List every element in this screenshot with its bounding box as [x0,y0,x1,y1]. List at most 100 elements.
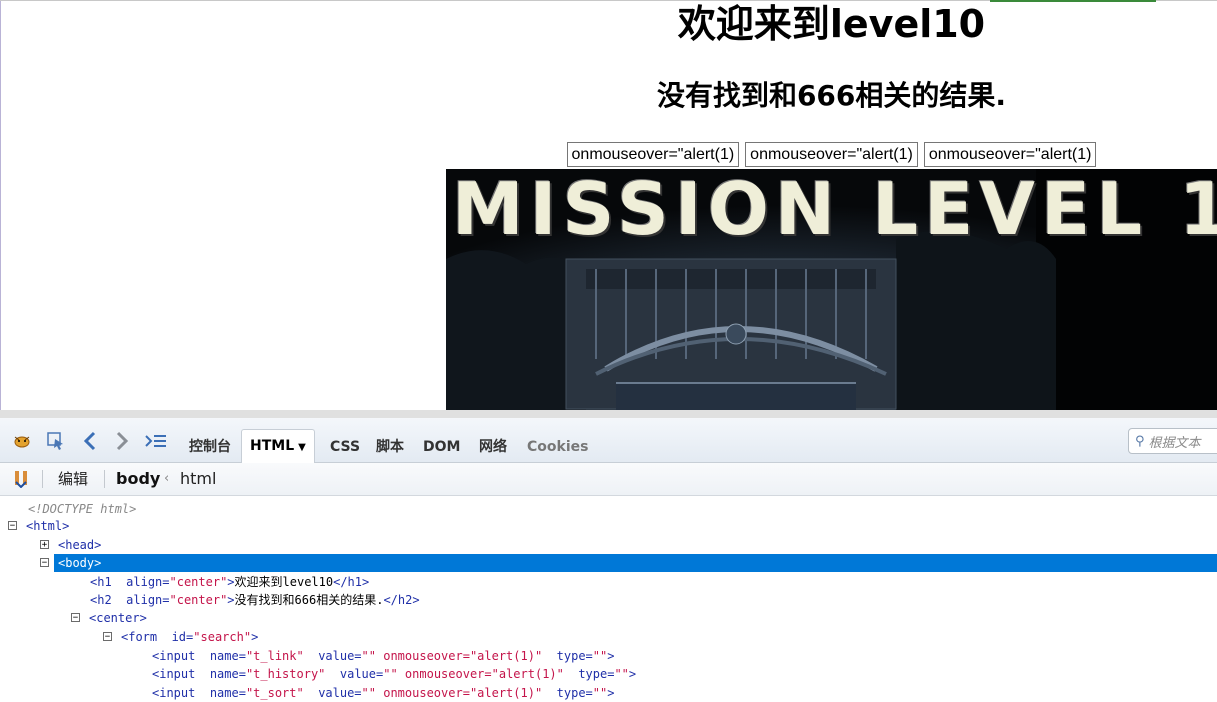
panel-splitter[interactable] [0,410,1217,418]
event-attr: onmouseover= [404,667,492,681]
tab-html[interactable]: HTML ▼ [241,429,315,463]
viewport-left-border [0,0,1,410]
h2-close: </h2> [383,593,420,607]
breadcrumb-html[interactable]: html [180,463,216,495]
tree-input-t-sort[interactable]: <input name="t_sort" value="" onmouseove… [152,684,614,702]
h1-close: </h1> [333,575,370,589]
breadcrumb-toolbar: 编辑 body ‹ html [0,463,1217,496]
search-placeholder: 根据文本 [1148,435,1201,451]
h2-tag: <h2 [90,593,112,607]
type-val: "" [592,686,608,700]
command-line-icon[interactable] [144,430,168,452]
tree-h1[interactable]: <h1 align="center">欢迎来到level10</h1> [90,573,369,591]
input-tag: <input [152,686,196,700]
form-val: "search" [193,630,252,644]
form-end: > [251,630,259,644]
name-attr: name= [209,649,246,663]
search-icon: ⚲ [1135,433,1145,449]
tree-body-selected[interactable]: <body> [54,554,1217,572]
page-viewport: 欢迎来到level10 没有找到和666相关的结果. onmouseover="… [0,0,1217,410]
name-val: "t_history" [245,667,326,681]
expand-toggle-head[interactable]: + [40,540,49,550]
input-end: > [607,686,615,700]
page-heading: 欢迎来到level10 [677,2,986,46]
event-val: "alert(1)" [469,649,543,663]
tree-h2[interactable]: <h2 align="center">没有找到和666相关的结果.</h2> [90,591,420,609]
input-end: > [607,649,615,663]
h2-val: "center" [169,593,228,607]
value-val: "" [361,686,376,700]
h1-text: 欢迎来到level10 [234,575,334,589]
name-attr: name= [209,686,246,700]
tab-console[interactable]: 控制台 [181,432,239,462]
breadcrumb-arrow-icon: ‹ [164,471,170,486]
devtools-panel: 控制台 HTML ▼ CSS 脚本 DOM 网络 Cookies ⚲ 根据文本 编… [0,410,1217,700]
tab-cookies[interactable]: Cookies [519,432,596,462]
inspect-element-icon[interactable] [44,430,68,452]
value-val: "" [361,649,376,663]
type-attr: type= [556,686,593,700]
event-val: "alert(1)" [469,686,543,700]
tab-dom[interactable]: DOM [415,432,468,462]
form-tag: <form [121,630,158,644]
mission-banner-image: MISSION LEVEL 10 [446,169,1217,410]
t-link-input[interactable]: onmouseover="alert(1) [566,142,740,167]
h1-attr: align= [126,575,170,589]
name-val: "t_sort" [245,686,304,700]
name-attr: name= [209,667,246,681]
tree-center[interactable]: <center> [89,609,147,627]
input-tag: <input [152,649,196,663]
tab-css[interactable]: CSS [322,432,368,462]
collapse-toggle-center[interactable]: − [71,613,80,623]
devtools-search-box[interactable]: ⚲ 根据文本 [1128,428,1217,454]
h2-gt: > [227,593,235,607]
type-val: "" [614,667,629,681]
event-attr: onmouseover= [383,686,470,700]
tree-html[interactable]: <html> [26,517,69,535]
h2-attr: align= [126,593,170,607]
type-attr: type= [556,649,593,663]
collapse-toggle-html[interactable]: − [8,521,17,531]
collapse-toggle-form[interactable]: − [103,632,112,642]
name-val: "t_link" [245,649,304,663]
html-tree: <!DOCTYPE html> − <html> + <head> − <bod… [0,496,1217,700]
event-val: "alert(1)" [491,667,564,681]
doctype-text: <!DOCTYPE html> [28,502,137,516]
tree-input-t-history[interactable]: <input name="t_history" value="" onmouse… [152,665,636,683]
type-attr: type= [578,667,615,681]
html-tag: <html> [26,519,70,533]
input-tag: <input [152,667,196,681]
tree-head[interactable]: <head> [58,536,101,554]
chevron-down-icon: ▼ [298,442,306,453]
type-val: "" [592,649,608,663]
event-attr: onmouseover= [383,649,470,663]
t-sort-input[interactable]: onmouseover="alert(1) [923,142,1097,167]
collapse-toggle-body[interactable]: − [40,558,49,568]
body-tag: <body> [58,556,102,570]
edit-button[interactable]: 编辑 [58,463,88,495]
breadcrumb-body[interactable]: body [116,463,160,495]
value-attr: value= [318,686,362,700]
forward-arrow-icon[interactable] [110,430,134,452]
value-val: "" [383,667,398,681]
h1-val: "center" [169,575,228,589]
tree-doctype[interactable]: <!DOCTYPE html> [28,500,136,518]
tab-network[interactable]: 网络 [471,432,515,462]
firebug-icon[interactable] [10,430,34,452]
head-tag: <head> [58,538,102,552]
tab-html-label: HTML [250,438,295,454]
tab-script[interactable]: 脚本 [368,432,412,462]
result-message: 没有找到和666相关的结果. [656,79,1007,112]
center-tag: <center> [89,611,147,625]
devtools-tabbar: 控制台 HTML ▼ CSS 脚本 DOM 网络 Cookies ⚲ 根据文本 [0,418,1217,463]
back-arrow-icon[interactable] [78,430,102,452]
toolbar-separator [104,470,105,488]
tree-input-t-link[interactable]: <input name="t_link" value="" onmouseove… [152,647,614,665]
form-attr: id= [171,630,194,644]
t-history-input[interactable]: onmouseover="alert(1) [745,142,918,167]
h1-gt: > [227,575,235,589]
h2-text: 没有找到和666相关的结果. [234,593,384,607]
break-on-mutate-icon[interactable] [10,468,32,490]
value-attr: value= [339,667,384,681]
tree-form[interactable]: <form id="search"> [121,628,258,646]
